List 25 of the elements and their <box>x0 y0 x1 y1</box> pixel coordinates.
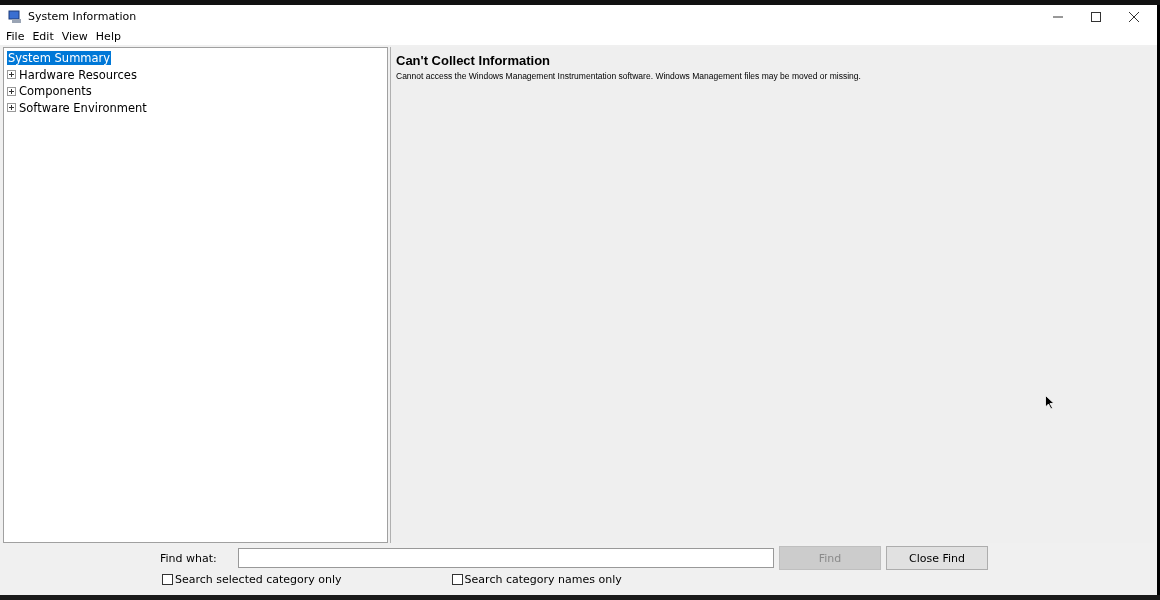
tree-item[interactable]: System Summary <box>7 51 112 66</box>
expand-icon[interactable] <box>7 86 16 96</box>
checkbox[interactable] <box>162 574 173 585</box>
find-label: Find what: <box>160 551 218 565</box>
error-message: Cannot access the Windows Management Instrumentation software. Windows Management files may be moved or missing. <box>396 71 862 81</box>
expand-icon[interactable] <box>7 70 16 80</box>
find-input-field[interactable] <box>238 548 774 568</box>
menu-item[interactable]: Help <box>95 30 121 43</box>
checkbox-label: Search category names only <box>464 573 622 586</box>
menu-item[interactable]: View <box>61 30 88 43</box>
error-heading: Can't Collect Information <box>396 53 552 68</box>
expand-icon[interactable] <box>7 103 16 113</box>
mouse-pointer-icon <box>1045 395 1055 410</box>
checkbox-label: Search selected category only <box>175 573 342 586</box>
close-find-button[interactable]: Close Find <box>886 546 988 570</box>
tree-item[interactable]: Components <box>18 84 93 99</box>
close-icon[interactable] <box>1129 11 1139 22</box>
app-icon <box>8 9 22 24</box>
tree-item[interactable]: Hardware Resources <box>18 67 138 82</box>
menu-item[interactable]: Edit <box>32 30 54 43</box>
tree-item[interactable]: Software Environment <box>18 100 148 115</box>
window-title: System Information <box>28 10 137 23</box>
maximize-icon[interactable] <box>1091 11 1101 22</box>
menu-item[interactable]: File <box>6 30 25 43</box>
checkbox[interactable] <box>451 574 463 585</box>
